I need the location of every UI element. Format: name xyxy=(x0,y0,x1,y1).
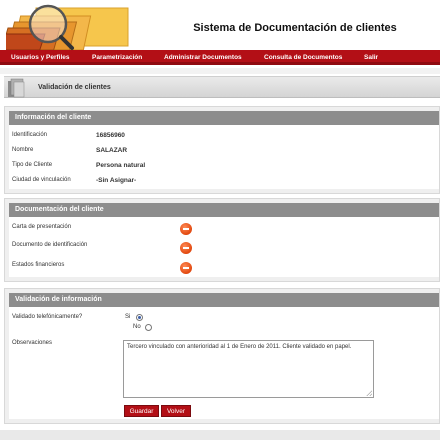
identificacion-value: 16856960 xyxy=(96,132,125,139)
tipo-cliente-label: Tipo de Cliente xyxy=(12,162,53,168)
doc-identificacion-label: Documento de identificación xyxy=(12,242,88,248)
doc-estados-label: Estados financieros xyxy=(12,262,65,268)
ciudad-vinculacion-value: -Sin Asignar- xyxy=(96,177,137,184)
doc-carta-label: Carta de presentación xyxy=(12,224,72,230)
resize-handle[interactable] xyxy=(366,390,372,396)
observations-textarea[interactable]: Tercero vinculado con anterioridad al 1 … xyxy=(123,340,374,398)
client-info-header: Información del cliente xyxy=(9,111,439,125)
phone-validated-label: Validado telefónicamente? xyxy=(12,314,83,320)
ciudad-vinculacion-label: Ciudad de vinculación xyxy=(12,177,71,183)
main-navbar: Usuarios y Perfiles Parametrización Admi… xyxy=(0,50,440,65)
page-title: Validación de clientes xyxy=(38,84,111,91)
remove-icon[interactable] xyxy=(180,242,192,254)
validation-heading: Validación de información xyxy=(15,296,102,303)
documents-header: Documentación del cliente xyxy=(9,203,439,217)
radio-no[interactable] xyxy=(145,324,152,331)
observations-text: Tercero vinculado con anterioridad al 1 … xyxy=(127,344,352,350)
observations-label: Observaciones xyxy=(12,340,53,346)
app-header: Sistema de Documentación de clientes xyxy=(0,0,440,51)
nav-item-parametrizacion[interactable]: Parametrización xyxy=(92,54,142,61)
header-divider xyxy=(0,68,440,74)
nombre-value: SALAZAR xyxy=(96,147,128,154)
client-info-heading: Información del cliente xyxy=(15,114,92,121)
documents-panel: Documentación del cliente xyxy=(4,198,440,282)
remove-icon[interactable] xyxy=(180,262,192,274)
option-no-label: No xyxy=(133,324,141,330)
radio-si[interactable] xyxy=(136,314,143,321)
nombre-label: Nombre xyxy=(12,147,34,153)
folder-icon xyxy=(8,78,25,98)
nav-item-salir[interactable]: Salir xyxy=(364,54,378,61)
app-title: Sistema de Documentación de clientes xyxy=(193,22,397,34)
remove-icon[interactable] xyxy=(180,223,192,235)
nav-item-administrar-documentos[interactable]: Administrar Documentos xyxy=(164,54,242,61)
tipo-cliente-value: Persona natural xyxy=(96,162,146,169)
save-button[interactable]: Guardar xyxy=(124,405,159,417)
option-si-label: Si xyxy=(125,314,131,320)
validation-header: Validación de información xyxy=(9,293,439,307)
back-button[interactable]: Volver xyxy=(161,405,191,417)
footer-strip xyxy=(0,430,440,440)
page-title-bar: Validación de clientes xyxy=(4,76,440,98)
nav-item-consulta-documentos[interactable]: Consulta de Documentos xyxy=(264,54,342,61)
nav-item-usuarios[interactable]: Usuarios y Perfiles xyxy=(11,54,70,61)
folders-magnifier-icon xyxy=(6,4,129,51)
documents-heading: Documentación del cliente xyxy=(15,206,104,213)
identificacion-label: Identificación xyxy=(12,132,48,138)
